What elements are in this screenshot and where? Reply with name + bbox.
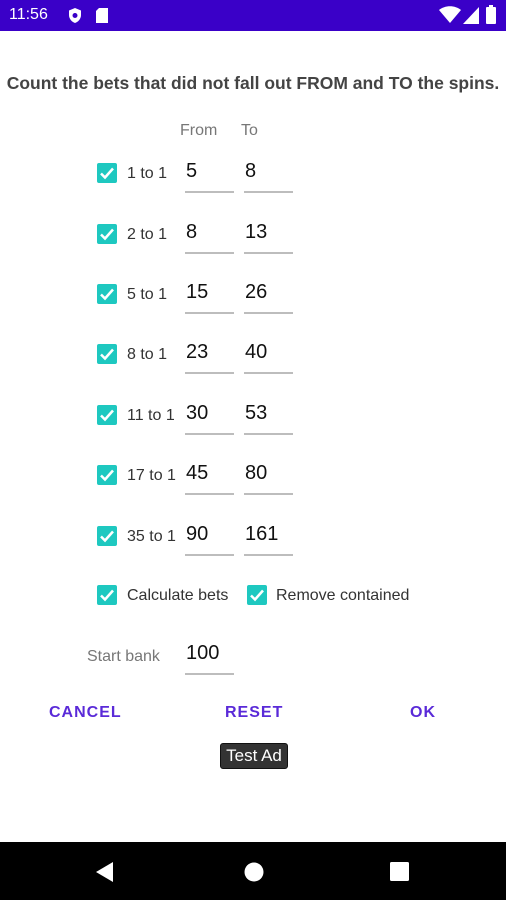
status-time: 11:56 — [9, 6, 48, 23]
ok-button[interactable]: OK — [410, 704, 436, 722]
to-field[interactable]: 53 — [244, 398, 293, 435]
to-value: 161 — [245, 523, 279, 545]
home-icon[interactable] — [244, 862, 264, 887]
to-value: 40 — [245, 341, 268, 363]
to-field[interactable]: 40 — [244, 337, 293, 374]
from-field[interactable]: 8 — [185, 217, 234, 254]
bet-label: 17 to 1 — [127, 467, 176, 484]
bet-checkbox[interactable] — [97, 344, 117, 364]
start-bank-label: Start bank — [87, 648, 160, 665]
bet-row: 35 to 1 90 161 — [0, 517, 506, 557]
from-field[interactable]: 5 — [185, 156, 234, 193]
to-field[interactable]: 8 — [244, 156, 293, 193]
bet-label: 35 to 1 — [127, 528, 176, 545]
to-field[interactable]: 13 — [244, 217, 293, 254]
from-value: 5 — [186, 160, 198, 182]
bet-row: 5 to 1 15 26 — [0, 275, 506, 315]
bet-row: 8 to 1 23 40 — [0, 335, 506, 375]
bet-checkbox[interactable] — [97, 465, 117, 485]
remove-contained-checkbox[interactable] — [247, 585, 267, 605]
from-field[interactable]: 90 — [185, 519, 234, 556]
wifi-icon — [439, 6, 461, 29]
bet-checkbox[interactable] — [97, 224, 117, 244]
recents-icon[interactable] — [390, 862, 409, 886]
from-value: 15 — [186, 281, 209, 303]
bet-checkbox[interactable] — [97, 526, 117, 546]
calculate-bets-checkbox[interactable] — [97, 585, 117, 605]
from-value: 23 — [186, 341, 209, 363]
dialog-title: Count the bets that did not fall out FRO… — [6, 73, 500, 93]
bet-row: 1 to 1 5 8 — [0, 154, 506, 194]
start-bank-field[interactable]: 100 — [185, 638, 234, 675]
column-header-to: To — [241, 122, 258, 139]
bet-row: 2 to 1 8 13 — [0, 215, 506, 255]
to-value: 53 — [245, 402, 268, 424]
from-field[interactable]: 15 — [185, 277, 234, 314]
start-bank-value: 100 — [186, 642, 220, 664]
bet-label: 8 to 1 — [127, 346, 168, 363]
bet-checkbox[interactable] — [97, 405, 117, 425]
from-field[interactable]: 30 — [185, 398, 234, 435]
bet-label: 11 to 1 — [127, 407, 175, 424]
cancel-button[interactable]: CANCEL — [49, 704, 122, 722]
column-header-from: From — [180, 122, 218, 139]
to-value: 13 — [245, 221, 268, 243]
battery-icon — [486, 5, 496, 29]
from-value: 30 — [186, 402, 209, 424]
bet-row: 11 to 1 30 53 — [0, 396, 506, 436]
bet-label: 5 to 1 — [127, 286, 168, 303]
from-field[interactable]: 45 — [185, 458, 234, 495]
from-field[interactable]: 23 — [185, 337, 234, 374]
reset-button[interactable]: RESET — [225, 704, 283, 722]
from-value: 90 — [186, 523, 209, 545]
to-value: 26 — [245, 281, 268, 303]
back-icon[interactable] — [96, 862, 114, 887]
to-field[interactable]: 80 — [244, 458, 293, 495]
test-ad-label[interactable]: Test Ad — [220, 743, 288, 769]
status-bar: 11:56 — [0, 0, 506, 31]
sd-card-icon — [95, 7, 109, 29]
to-value: 8 — [245, 160, 257, 182]
to-field[interactable]: 26 — [244, 277, 293, 314]
bet-checkbox[interactable] — [97, 163, 117, 183]
shield-icon — [67, 7, 83, 29]
bet-row: 17 to 1 45 80 — [0, 456, 506, 496]
bet-checkbox[interactable] — [97, 284, 117, 304]
navigation-bar — [0, 842, 506, 900]
bet-label: 2 to 1 — [127, 226, 168, 243]
calculate-bets-label: Calculate bets — [127, 587, 229, 604]
to-field[interactable]: 161 — [244, 519, 293, 556]
signal-icon — [463, 7, 479, 29]
remove-contained-label: Remove contained — [276, 587, 410, 604]
from-value: 8 — [186, 221, 198, 243]
bet-label: 1 to 1 — [127, 165, 168, 182]
to-value: 80 — [245, 462, 268, 484]
from-value: 45 — [186, 462, 209, 484]
